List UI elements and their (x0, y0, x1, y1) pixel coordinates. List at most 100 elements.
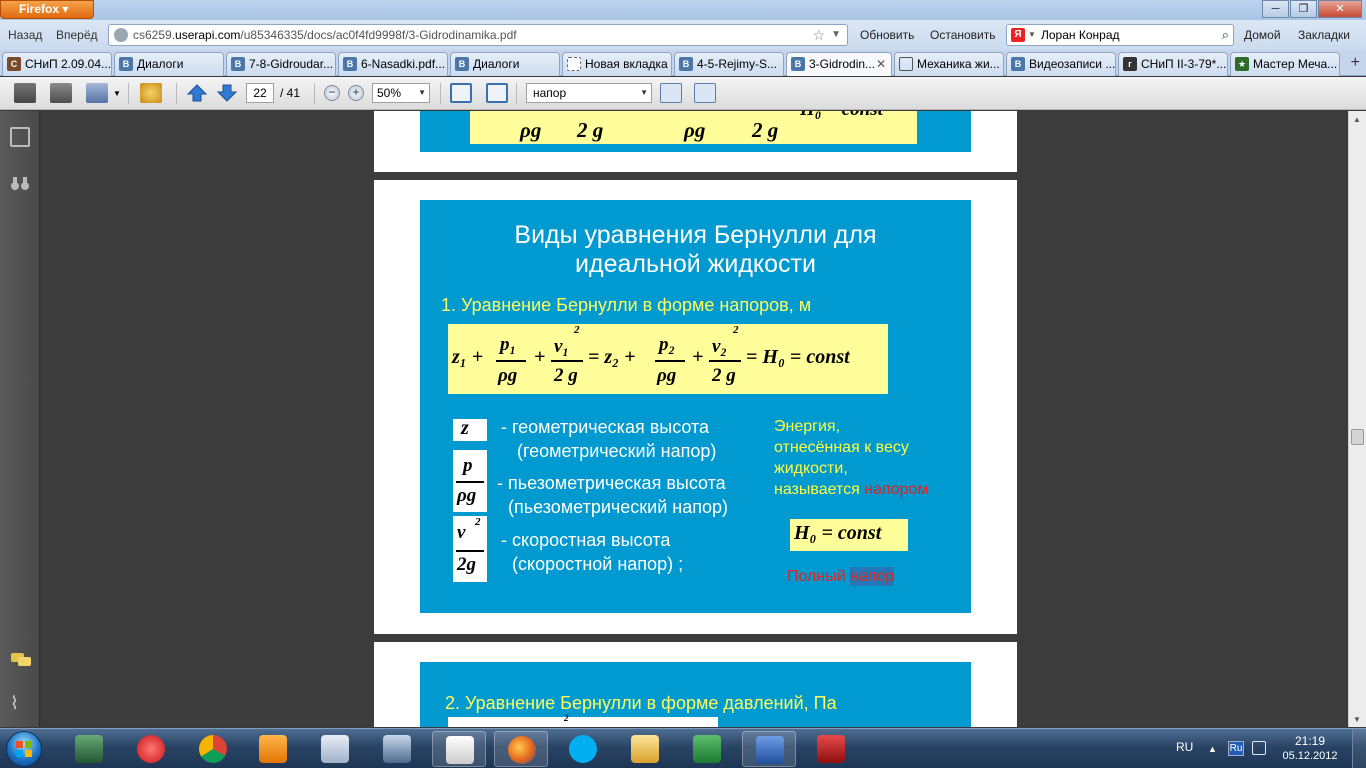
tab[interactable]: B 4-5-Rejimy-S... (674, 52, 784, 76)
settings-icon[interactable] (140, 83, 162, 103)
tab[interactable]: ★ Мастер Меча... (1230, 52, 1340, 76)
tab[interactable]: С СНиП 2.09.04... (2, 52, 112, 76)
start-button[interactable] (6, 731, 42, 767)
page-total: / 41 (280, 86, 301, 100)
snip-icon: С (7, 57, 21, 71)
comments-icon[interactable] (10, 651, 31, 671)
keyboard-layout-badge[interactable]: Ru (1228, 741, 1244, 756)
minimize-button[interactable]: ─ (1262, 0, 1289, 18)
chevron-down-icon[interactable]: ▼ (1028, 25, 1036, 45)
close-button[interactable]: ✕ (1318, 0, 1362, 18)
legend-text: (геометрический напор) (517, 441, 717, 461)
close-tab-icon[interactable]: ✕ (876, 53, 886, 75)
back-button[interactable]: Назад (2, 28, 48, 42)
print-icon[interactable] (14, 83, 36, 103)
action-center-icon[interactable] (1252, 741, 1266, 755)
taskbar-app-chrome[interactable] (186, 731, 240, 767)
chevron-down-icon[interactable]: ▼ (831, 25, 841, 45)
equation-term: ρg (657, 365, 677, 386)
taskbar-app-word[interactable] (742, 731, 796, 767)
share-icon[interactable] (86, 83, 108, 103)
show-desktop-button[interactable] (1352, 729, 1366, 768)
equation-term: v₁ (554, 336, 570, 357)
tab[interactable]: B 7-8-Gidroudar... (226, 52, 336, 76)
tab[interactable]: B Диалоги (114, 52, 224, 76)
bookmark-star-icon[interactable]: ☆ (812, 25, 825, 45)
taskbar-app-ccleaner[interactable] (124, 731, 178, 767)
vertical-scrollbar[interactable]: ▲ ▼ (1348, 111, 1366, 727)
taskbar-app-kmplayer[interactable] (370, 731, 424, 767)
scroll-thumb[interactable] (1351, 429, 1364, 445)
chevron-down-icon[interactable]: ▼ (113, 89, 121, 98)
attachment-icon[interactable]: ⌇ (10, 693, 30, 713)
ccleaner-icon (137, 735, 165, 763)
tray-expand-icon[interactable]: ▲ (1208, 729, 1217, 768)
search-input[interactable]: Я ▼ Лоран Конрад ⌕ (1006, 24, 1234, 46)
zoom-select[interactable]: 50% ▼ (372, 83, 430, 103)
pages-icon[interactable] (10, 127, 30, 147)
taskbar-app-calculator[interactable] (308, 731, 362, 767)
tab[interactable]: г СНиП II-3-79*... (1118, 52, 1228, 76)
zoom-in-icon[interactable]: + (348, 85, 364, 101)
tab[interactable]: B Диалоги (450, 52, 560, 76)
scroll-down-icon[interactable]: ▼ (1353, 715, 1361, 724)
equation-term: = z₂ + (588, 346, 636, 368)
legend-text: - геометрическая высота (501, 417, 710, 437)
taskbar-app-media-player[interactable] (246, 731, 300, 767)
pdf-toolbar: ▼ 22 / 41 − + 50% ▼ напор ▼ (0, 77, 1366, 110)
tab[interactable]: Механика жи... (894, 52, 1004, 76)
find-previous-icon[interactable] (660, 83, 682, 103)
previous-page-icon[interactable] (186, 83, 208, 103)
save-icon[interactable] (50, 83, 72, 103)
tab[interactable]: Новая вкладка (562, 52, 672, 76)
taskbar-app-autocad[interactable] (804, 731, 858, 767)
next-page-icon[interactable] (216, 83, 238, 103)
site-identity-icon[interactable] (114, 28, 128, 42)
firefox-menu-button[interactable]: Firefox ▾ (0, 0, 94, 19)
stop-button[interactable]: Остановить (930, 20, 996, 50)
equation-term: ρg (498, 365, 518, 386)
address-bar[interactable]: cs6259.userapi.com/u85346335/docs/ac0f4f… (108, 24, 848, 46)
toolbar-divider (516, 83, 517, 104)
equation-band: 2 (448, 713, 718, 727)
scroll-up-icon[interactable]: ▲ (1353, 115, 1361, 124)
page-number-input[interactable]: 22 (246, 83, 274, 103)
find-next-icon[interactable] (694, 83, 716, 103)
home-button[interactable]: Домой (1244, 20, 1281, 50)
restore-button[interactable]: ❐ (1290, 0, 1317, 18)
navigation-bar: Назад Вперёд cs6259.userapi.com/u8534633… (0, 20, 1366, 50)
find-input[interactable]: напор ▼ (526, 83, 652, 103)
search-icon[interactable]: ⌕ (1222, 25, 1229, 45)
equation-term: ρg (684, 118, 706, 142)
fit-width-icon[interactable] (450, 83, 472, 103)
symbol-box: v 2 2g (453, 516, 487, 582)
system-clock[interactable]: 21:19 05.12.2012 (1280, 734, 1340, 764)
yandex-icon[interactable]: Я (1011, 28, 1025, 42)
taskbar-app-firefox[interactable] (494, 731, 548, 767)
taskbar-app-explorer[interactable] (618, 731, 672, 767)
taskbar-app-excel[interactable] (680, 731, 734, 767)
monitor-icon (75, 735, 103, 763)
language-indicator[interactable]: RU (1176, 729, 1193, 768)
h0-box: H₀ = const (790, 519, 908, 551)
binoculars-icon[interactable] (10, 173, 30, 193)
slide: Виды уравнения Бернулли для идеальной жи… (420, 200, 971, 613)
forward-button[interactable]: Вперёд (50, 28, 104, 42)
taskbar-app-321-player[interactable] (432, 731, 486, 767)
equation-term: p₂ (659, 334, 676, 355)
equation-term: 2 g (554, 365, 578, 386)
zoom-out-icon[interactable]: − (324, 85, 340, 101)
tab-active[interactable]: B 3-Gidrodin... ✕ (786, 52, 892, 76)
vk-icon: B (791, 57, 805, 71)
tab[interactable]: B 6-Nasadki.pdf... (338, 52, 448, 76)
pdf-document-view[interactable]: ρg 2 g ρg 2 g H₀ = const Виды уравнения … (41, 111, 1348, 727)
taskbar-app-skype[interactable] (556, 731, 610, 767)
toolbar-divider (176, 83, 177, 104)
autocad-icon (817, 735, 845, 763)
taskbar-app-cpu-monitor[interactable] (62, 731, 116, 767)
reload-button[interactable]: Обновить (860, 20, 914, 50)
bookmarks-button[interactable]: Закладки (1298, 20, 1350, 50)
new-tab-icon[interactable]: + (1351, 54, 1360, 72)
fit-page-icon[interactable] (486, 83, 508, 103)
tab[interactable]: B Видеозаписи ... (1006, 52, 1116, 76)
